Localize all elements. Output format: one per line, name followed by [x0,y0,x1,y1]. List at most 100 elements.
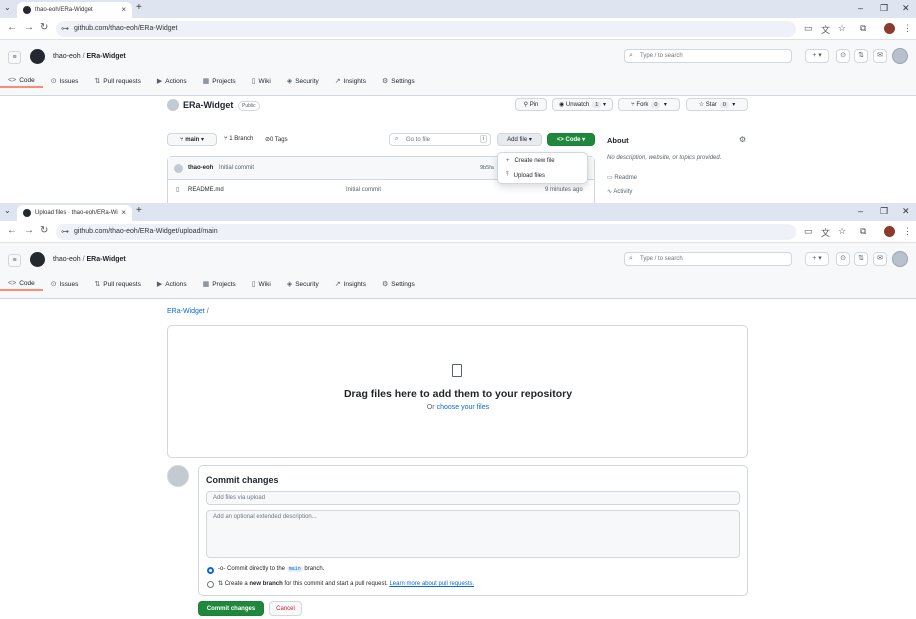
hamburger-menu-icon[interactable]: ≡ [8,254,21,267]
forward-icon[interactable]: → [24,22,34,33]
tab-code[interactable]: <> Code [0,277,43,291]
tab-insights[interactable]: ↗ Insights [327,74,374,88]
search-input[interactable]: ⌕ Type / to search [624,252,792,266]
tab-actions[interactable]: ▶ Actions [149,74,195,88]
extensions-icon[interactable]: ⧉ [860,23,866,34]
learn-more-link[interactable]: Learn more about pull requests. [389,581,474,587]
github-logo-icon[interactable] [30,252,45,267]
tab-projects[interactable]: ▦ Projects [195,277,244,291]
install-app-icon[interactable]: ▭ [804,23,813,34]
menu-item-create-new-file[interactable]: + Create new file [498,153,587,168]
commit-message[interactable]: Initial commit [219,165,254,171]
browser-menu-icon[interactable]: ⋮ [903,226,912,237]
add-file-button[interactable]: Add file ▾ [497,133,542,146]
issues-icon[interactable]: ⊙ [836,49,850,63]
unwatch-button[interactable]: ◉ Unwatch 1 ▾ [552,98,613,111]
bookmark-star-icon[interactable]: ☆ [838,226,846,237]
tab-settings[interactable]: ⚙ Settings [374,74,423,88]
commit-direct-label[interactable]: -o- Commit directly to the main branch. [218,566,324,572]
extensions-icon[interactable]: ⧉ [860,226,866,237]
restore-icon[interactable]: ❐ [880,206,888,217]
new-branch-radio[interactable] [207,581,214,588]
pin-button[interactable]: ⚲ Pin [515,98,547,111]
menu-item-upload-files[interactable]: ⤒ Upload files [498,168,587,183]
inbox-icon[interactable]: ✉ [873,252,887,266]
browser-tab-upload[interactable]: Upload files · thao-eoh/ERa-Wi × [17,205,132,221]
close-window-icon[interactable]: ✕ [902,3,910,14]
bookmark-star-icon[interactable]: ☆ [838,23,846,34]
tab-code[interactable]: <> Code [0,74,43,88]
repo-title[interactable]: ERa-Widget [183,100,233,110]
tags-link[interactable]: ⊘0 Tags [265,136,288,143]
issues-icon[interactable]: ⊙ [836,252,850,266]
minimize-icon[interactable]: – [858,206,863,216]
tab-wiki[interactable]: ▯ Wiki [244,74,279,88]
tab-insights[interactable]: ↗ Insights [327,277,374,291]
commit-author[interactable]: thao-eoh [188,165,213,171]
reload-icon[interactable]: ↻ [40,225,48,236]
commit-changes-button[interactable]: Commit changes [198,601,264,616]
activity-link[interactable]: ∿ Activity [607,188,632,195]
repo-link[interactable]: ERa-Widget [87,53,126,60]
go-to-file-input[interactable]: ⌕ Go to file t [389,133,491,146]
commit-direct-radio[interactable] [207,567,214,574]
install-app-icon[interactable]: ▭ [804,226,813,237]
file-name[interactable]: README.md [188,187,224,193]
tab-search-icon[interactable]: ⌄ [4,3,11,12]
tab-settings[interactable]: ⚙ Settings [374,277,423,291]
reload-icon[interactable]: ↻ [40,22,48,33]
code-button[interactable]: <> Code ▾ [547,133,595,146]
tab-wiki[interactable]: ▯ Wiki [244,277,279,291]
pull-requests-icon[interactable]: ⇅ [854,49,868,63]
browser-menu-icon[interactable]: ⋮ [903,23,912,34]
tab-projects[interactable]: ▦ Projects [195,74,244,88]
tab-pull-requests[interactable]: ⇅ Pull requests [86,74,148,88]
tab-search-icon[interactable]: ⌄ [4,206,11,215]
tab-issues[interactable]: ⊙ Issues [43,74,87,88]
create-new-button[interactable]: + ▾ [805,252,829,266]
about-settings-gear-icon[interactable]: ⚙ [739,135,746,144]
url-input[interactable]: ⊶ github.com/thao-eoh/ERa-Widget [56,21,796,37]
branch-select-button[interactable]: ⑂ main ▾ [167,133,217,146]
tab-security[interactable]: ◈ Security [279,277,327,291]
hamburger-menu-icon[interactable]: ≡ [8,51,21,64]
tab-pull-requests[interactable]: ⇅ Pull requests [86,277,148,291]
close-tab-icon[interactable]: × [121,5,126,14]
new-tab-icon[interactable]: + [136,205,142,216]
tab-actions[interactable]: ▶ Actions [149,277,195,291]
github-logo-icon[interactable] [30,49,45,64]
create-new-button[interactable]: + ▾ [805,49,829,63]
user-avatar[interactable] [892,251,908,267]
close-window-icon[interactable]: ✕ [902,206,910,217]
owner-link[interactable]: thao-eoh [53,256,81,263]
back-icon[interactable]: ← [7,225,17,236]
commit-summary-input[interactable]: Add files via upload [206,491,740,505]
pull-requests-icon[interactable]: ⇅ [854,252,868,266]
restore-icon[interactable]: ❐ [880,3,888,14]
repo-link[interactable]: ERa-Widget [87,256,126,263]
back-icon[interactable]: ← [7,22,17,33]
readme-link[interactable]: ▭ Readme [607,174,637,181]
minimize-icon[interactable]: – [858,3,863,13]
owner-link[interactable]: thao-eoh [53,53,81,60]
new-branch-label[interactable]: ⇅ Create a new branch for this commit an… [218,580,474,587]
translate-icon[interactable]: 文 [821,226,830,239]
file-commit-message[interactable]: Initial commit [346,187,381,193]
inbox-icon[interactable]: ✉ [873,49,887,63]
star-button[interactable]: ☆ Star 0 ▾ [686,98,748,111]
cancel-button[interactable]: Cancel [269,601,302,616]
path-repo-link[interactable]: ERa-Widget [167,308,205,315]
user-avatar[interactable] [892,48,908,64]
tab-issues[interactable]: ⊙ Issues [43,277,87,291]
forward-icon[interactable]: → [24,225,34,236]
url-input[interactable]: ⊶ github.com/thao-eoh/ERa-Widget/upload/… [56,224,796,240]
new-tab-icon[interactable]: + [136,2,142,13]
translate-icon[interactable]: 文 [821,23,830,36]
close-tab-icon[interactable]: × [121,208,126,217]
choose-files-link[interactable]: choose your files [437,404,490,411]
branches-link[interactable]: ⑂ 1 Branch [224,136,253,142]
fork-button[interactable]: ⑂ Fork 0 ▾ [618,98,680,111]
commit-hash[interactable]: 9b5fa [480,165,494,171]
search-input[interactable]: ⌕ Type / to search [624,49,792,63]
tab-security[interactable]: ◈ Security [279,74,327,88]
